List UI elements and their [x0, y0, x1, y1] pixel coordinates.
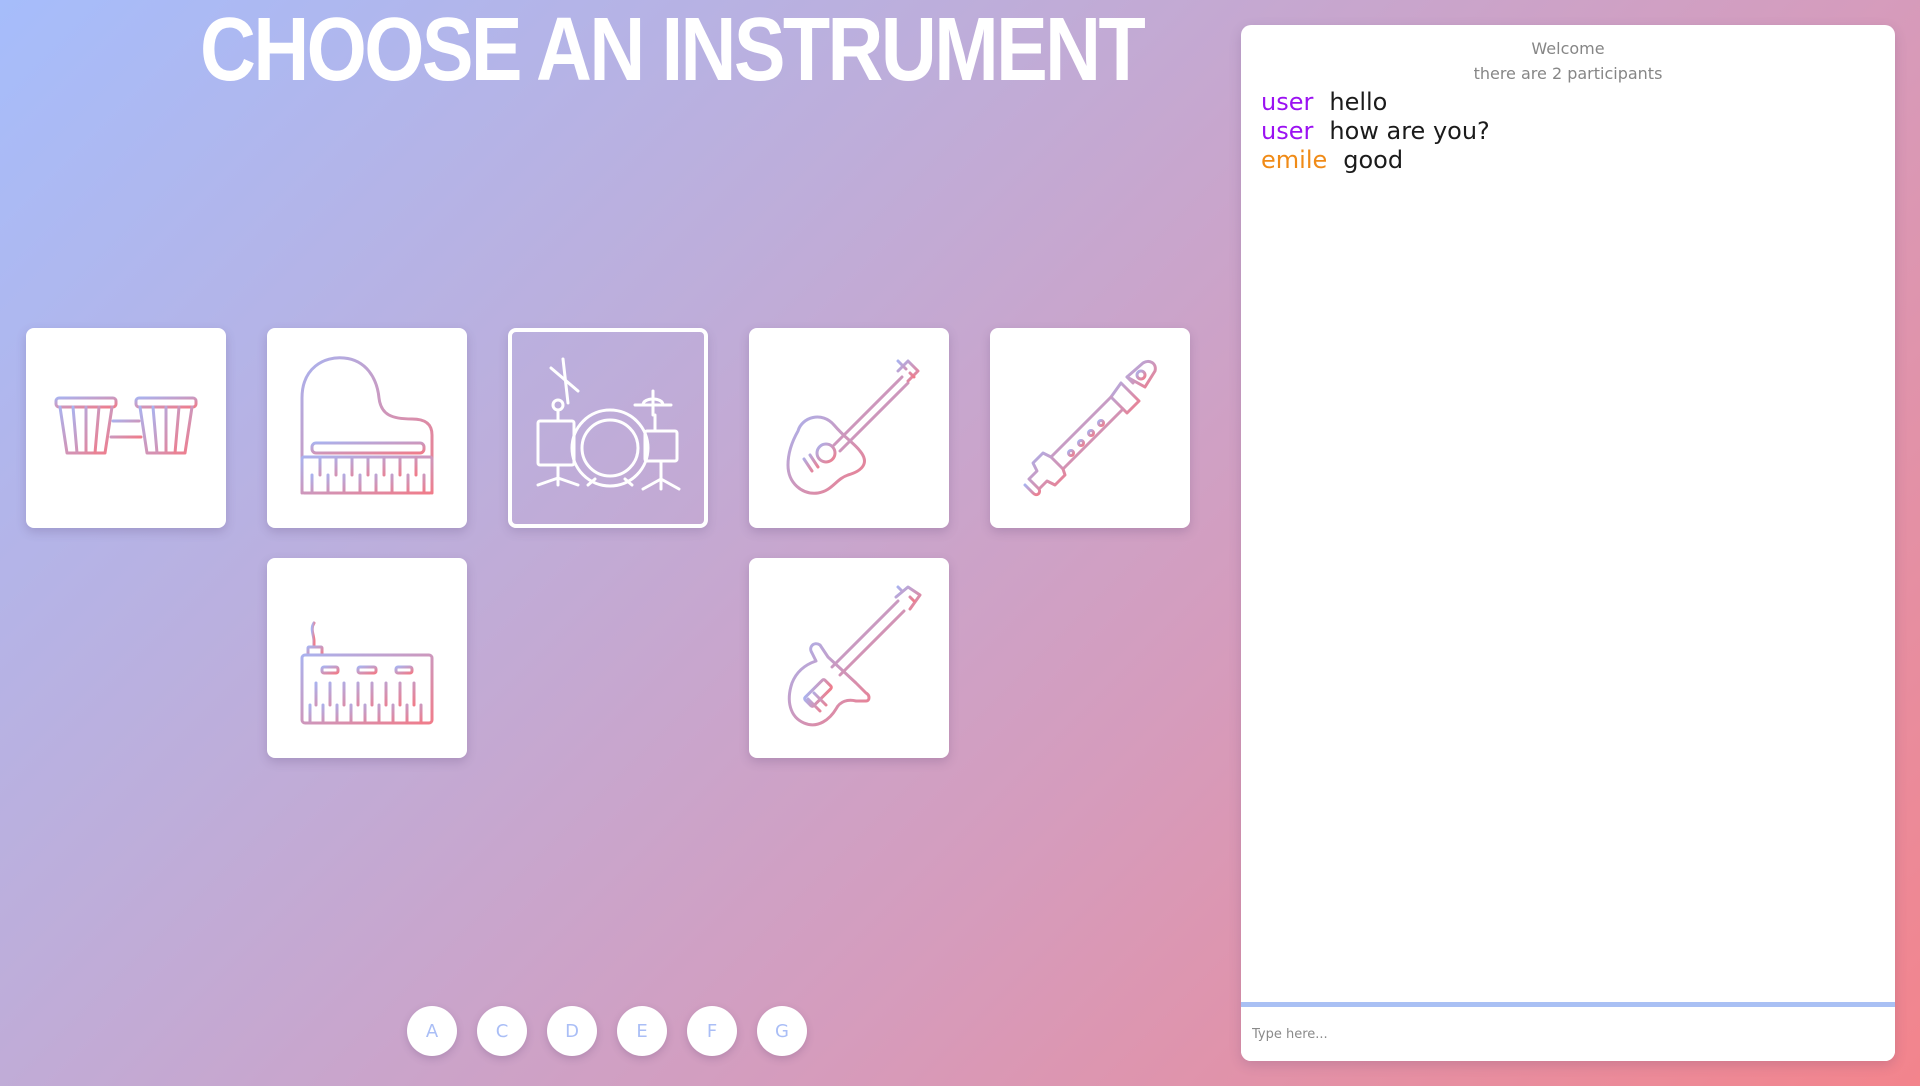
chat-message: user how are you? — [1261, 117, 1875, 146]
note-button-f[interactable]: F — [687, 1006, 737, 1056]
instrument-tile-acoustic-guitar[interactable] — [749, 328, 949, 528]
message-author: user — [1261, 88, 1314, 116]
note-button-c[interactable]: C — [477, 1006, 527, 1056]
message-list: user hello user how are you? emile good — [1261, 88, 1875, 175]
bongo-drums-icon — [54, 396, 198, 455]
chat-panel: Welcome there are 2 participants user hel… — [1241, 25, 1895, 1061]
chat-message: emile good — [1261, 146, 1875, 175]
note-button-d[interactable]: D — [547, 1006, 597, 1056]
note-button-a[interactable]: A — [407, 1006, 457, 1056]
message-author: emile — [1261, 146, 1328, 174]
chat-input[interactable] — [1241, 1007, 1895, 1061]
instrument-tile-piano[interactable] — [267, 328, 467, 528]
message-text: good — [1343, 146, 1404, 174]
message-author: user — [1261, 117, 1314, 145]
note-button-g[interactable]: G — [757, 1006, 807, 1056]
page-title: CHOOSE AN INSTRUMENT — [200, 0, 1146, 100]
instrument-tile-recorder[interactable] — [990, 328, 1190, 528]
chat-message: user hello — [1261, 88, 1875, 117]
synthesizer-keyboard-icon — [300, 621, 434, 725]
participant-count: there are 2 participants — [1473, 64, 1663, 83]
message-text: how are you? — [1329, 117, 1490, 145]
instrument-tile-bongos[interactable] — [26, 328, 226, 528]
instrument-tile-drums[interactable] — [508, 328, 708, 528]
instrument-tile-electric-guitar[interactable] — [749, 558, 949, 758]
recorder-flute-icon — [1023, 359, 1157, 497]
instrument-tile-synthesizer[interactable] — [267, 558, 467, 758]
note-button-e[interactable]: E — [617, 1006, 667, 1056]
electric-guitar-icon — [787, 585, 922, 727]
chat-welcome: Welcome — [1531, 39, 1605, 58]
drum-kit-icon — [536, 357, 681, 491]
acoustic-guitar-icon — [786, 359, 920, 495]
message-text: hello — [1329, 88, 1388, 116]
grand-piano-icon — [300, 356, 434, 495]
